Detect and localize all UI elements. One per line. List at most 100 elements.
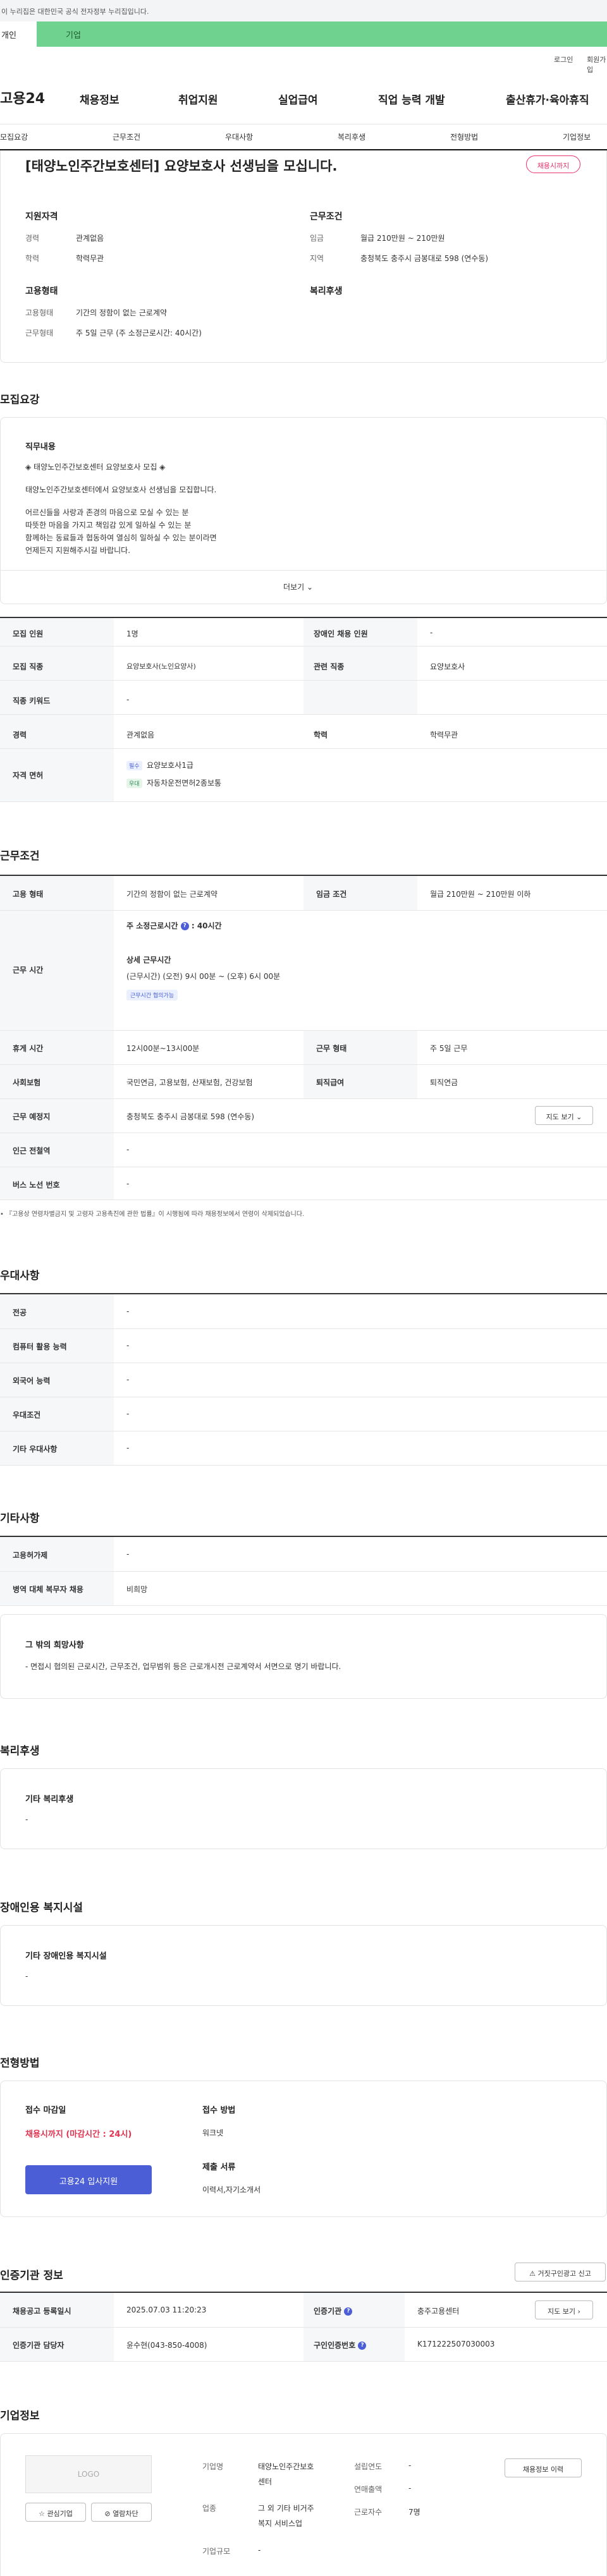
wage-value: 월급 210만원 ~ 210만원 bbox=[360, 234, 445, 243]
duty-line: 언제든지 지원해주시길 바랍니다. bbox=[25, 546, 131, 555]
conditions-heading: 근무조건 bbox=[310, 212, 343, 222]
signup-link[interactable]: 회원가입 bbox=[587, 54, 607, 75]
table-header: 근무 예정지 bbox=[13, 1112, 51, 1121]
table-header: 학력 bbox=[314, 731, 328, 739]
employment-type-value: 기간의 정함이 없는 근로계약 bbox=[76, 308, 167, 317]
divider bbox=[0, 2327, 607, 2328]
founded-label: 설립연도 bbox=[354, 2462, 383, 2471]
duty-line: ◈ 태양노인주간보호센터 요양보호사 모집 ◈ bbox=[25, 463, 166, 471]
table-header: 장애인 채용 인원 bbox=[314, 629, 368, 638]
docs-value: 이력서,자기소개서 bbox=[202, 2185, 261, 2194]
pref-section-title: 우대사항 bbox=[0, 1270, 40, 1282]
info-icon[interactable]: ? bbox=[344, 2307, 353, 2316]
table-header: 기타 우대사항 bbox=[13, 1445, 58, 1454]
subnav-recruit[interactable]: 모집요강 bbox=[0, 131, 28, 142]
company-size-value: - bbox=[258, 2546, 261, 2555]
history-button[interactable]: 채용정보 이력 bbox=[505, 2458, 582, 2477]
table-cell: 자동차운전면허2종보통 bbox=[147, 779, 222, 787]
method-title: 접수 방법 bbox=[202, 2106, 236, 2115]
subnav-preferences[interactable]: 우대사항 bbox=[225, 131, 253, 142]
hours-negotiable-tag: 근무시간 협의가능 bbox=[126, 990, 178, 1000]
subnav-selection[interactable]: 전형방법 bbox=[450, 131, 478, 142]
gnb-item-unemployment-benefit[interactable]: 실업급여 bbox=[278, 91, 318, 107]
info-icon[interactable]: ? bbox=[180, 922, 189, 930]
table-header: 휴게 시간 bbox=[13, 1044, 44, 1053]
qualification-heading: 지원자격 bbox=[25, 212, 58, 222]
required-tag: 필수 bbox=[126, 761, 142, 770]
tab-individual[interactable]: 개인 bbox=[0, 21, 37, 47]
table-header: 임금 조건 bbox=[316, 890, 347, 899]
gnb-item-jobs[interactable]: 채용정보 bbox=[80, 91, 120, 107]
duty-line: 어르신들을 사랑과 존경의 마음으로 모실 수 있는 분 bbox=[25, 508, 189, 517]
etc-section-title: 기타사항 bbox=[0, 1512, 40, 1525]
login-link[interactable]: 로그인 bbox=[554, 54, 573, 64]
gnb-item-parental-leave[interactable]: 출산휴가·육아휴직 bbox=[506, 91, 589, 107]
table-header: 퇴직급여 bbox=[316, 1078, 345, 1087]
divider bbox=[0, 714, 607, 715]
more-button[interactable]: 더보기 ⌄ bbox=[283, 581, 313, 592]
table-header: 모집 인원 bbox=[13, 629, 44, 638]
block-view-button[interactable]: ⊘ 열람차단 bbox=[91, 2503, 152, 2522]
benefits-box-value: - bbox=[25, 1815, 28, 1824]
founded-value: - bbox=[408, 2461, 412, 2470]
facilities-card bbox=[0, 1925, 607, 2006]
star-icon: ☆ bbox=[39, 2510, 45, 2518]
subnav-benefits[interactable]: 복리후생 bbox=[338, 131, 365, 142]
table-cell: - bbox=[126, 1443, 130, 1452]
table-cell: 1명 bbox=[126, 629, 138, 638]
info-icon[interactable]: ? bbox=[358, 2342, 367, 2350]
deadline-title: 접수 마감일 bbox=[25, 2106, 66, 2115]
company-name-value: 태양노인주간보호 bbox=[258, 2462, 314, 2471]
table-header: 전공 bbox=[13, 1308, 27, 1317]
divider bbox=[0, 1465, 607, 1466]
workers-label: 근로자수 bbox=[354, 2508, 383, 2517]
selection-section-title: 전형방법 bbox=[0, 2057, 40, 2070]
duty-title: 직무내용 bbox=[25, 442, 56, 452]
map-button[interactable]: 지도 보기 ⌄ bbox=[535, 1106, 593, 1125]
table-header: 컴퓨터 활용 능력 bbox=[13, 1342, 67, 1351]
chevron-down-icon: ⌄ bbox=[576, 1113, 582, 1121]
duty-line: 따뜻한 마음을 가지고 책임감 있게 일하실 수 있는 분 bbox=[25, 521, 192, 530]
apply-button[interactable]: 고용24 입사지원 bbox=[25, 2165, 152, 2194]
table-cell: 관계없음 bbox=[126, 731, 155, 739]
favorite-company-button[interactable]: ☆ 관심기업 bbox=[25, 2503, 86, 2522]
subnav-company[interactable]: 기업정보 bbox=[563, 131, 591, 142]
cert-section-title: 인증기관 정보 bbox=[0, 2269, 63, 2282]
method-value: 워크넷 bbox=[202, 2129, 224, 2137]
tab-corporate[interactable]: 기업 bbox=[37, 21, 607, 47]
work-shift-label: 근무형태 bbox=[25, 329, 54, 337]
facilities-box-value: - bbox=[25, 1972, 28, 1981]
site-logo[interactable]: 고용24 bbox=[0, 87, 45, 107]
table-cell: 기간의 정함이 없는 근로계약 bbox=[126, 890, 218, 899]
table-header: 외국어 능력 bbox=[13, 1376, 51, 1385]
audience-tabs: 개인 기업 bbox=[0, 21, 607, 47]
divider bbox=[0, 570, 607, 571]
divider bbox=[0, 1571, 607, 1572]
benefits-box-title: 기타 복리후생 bbox=[25, 1795, 74, 1804]
divider bbox=[0, 801, 607, 802]
duty-line: 태양노인주간보호센터에서 요양보호사 선생님을 모집합니다. bbox=[25, 485, 217, 494]
table-cell: - bbox=[126, 1341, 130, 1350]
divider bbox=[0, 748, 607, 749]
employment-type-label: 고용형태 bbox=[25, 308, 54, 317]
report-fake-ad-button[interactable]: ⚠ 거짓구인광고 신고 bbox=[515, 2263, 606, 2281]
table-cell: - bbox=[126, 1409, 130, 1418]
table-cell: 충청북도 충주시 금봉대로 598 (연수동) bbox=[126, 1112, 255, 1121]
company-size-label: 기업규모 bbox=[202, 2547, 231, 2556]
gnb-item-skill-development[interactable]: 직업 능력 개발 bbox=[378, 91, 445, 107]
table-header: 병역 대체 복무자 채용 bbox=[13, 1585, 83, 1594]
table-header: 인근 전철역 bbox=[13, 1146, 51, 1155]
gnb-item-employment-support[interactable]: 취업지원 bbox=[178, 91, 218, 107]
weekly-hours: 주 소정근로시간 ? : 40시간 bbox=[126, 921, 222, 930]
career-value: 관계없음 bbox=[76, 234, 104, 243]
subnav-conditions[interactable]: 근무조건 bbox=[113, 131, 140, 142]
table-header: 모집 직종 bbox=[13, 662, 44, 671]
table-cell: - bbox=[126, 1179, 130, 1188]
table-cell: - bbox=[126, 1550, 130, 1558]
table-cell: - bbox=[126, 695, 130, 704]
cert-map-button[interactable]: 지도 보기 › bbox=[535, 2300, 593, 2319]
table-header: 직종 키워드 bbox=[13, 696, 51, 705]
divider bbox=[0, 1328, 607, 1329]
divider bbox=[0, 1064, 607, 1065]
employment-type-heading: 고용형태 bbox=[25, 286, 58, 296]
